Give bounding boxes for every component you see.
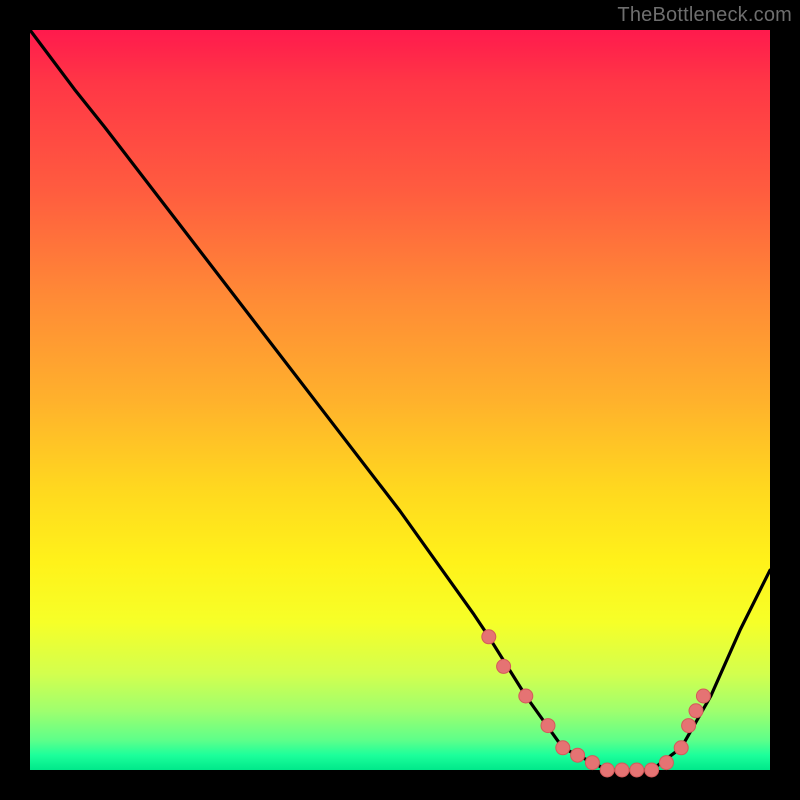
valley-marker (615, 763, 629, 777)
valley-marker (585, 756, 599, 770)
valley-marker (645, 763, 659, 777)
plot-area (30, 30, 770, 770)
valley-marker (630, 763, 644, 777)
valley-marker (497, 659, 511, 673)
valley-marker (571, 748, 585, 762)
valley-marker (682, 719, 696, 733)
valley-marker (689, 704, 703, 718)
valley-marker (541, 719, 555, 733)
valley-marker (482, 630, 496, 644)
valley-markers (482, 630, 711, 777)
bottleneck-curve (30, 30, 770, 770)
valley-marker (659, 756, 673, 770)
curve-svg (30, 30, 770, 770)
valley-marker (600, 763, 614, 777)
valley-marker (556, 741, 570, 755)
chart-frame: TheBottleneck.com (0, 0, 800, 800)
valley-marker (674, 741, 688, 755)
valley-marker (519, 689, 533, 703)
watermark-text: TheBottleneck.com (617, 4, 792, 27)
valley-marker (696, 689, 710, 703)
